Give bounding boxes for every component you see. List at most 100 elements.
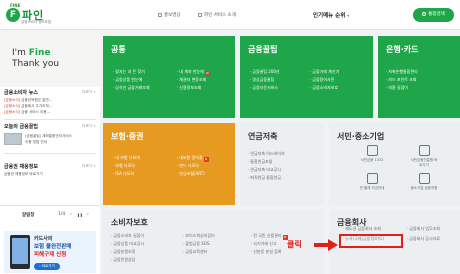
link-pension-advisor[interactable]: ·연금저축 어드바이저 <box>248 151 285 157</box>
popular-menu-dropdown[interactable]: 인기메뉴 순위 ▾ <box>313 11 349 19</box>
news-item[interactable]: [금융소식] 금융 서비스 이용... <box>4 110 50 115</box>
tips-section: 오늘의 금융꿀팁 더보기 + (금융꿀팁) 계좌통합관리서비스 이용 방법 안내 <box>4 123 96 159</box>
link-video-tips[interactable]: ·영상금융꿀팁 <box>250 77 274 83</box>
phone-icon <box>10 235 30 269</box>
divider <box>4 119 96 120</box>
link-credit-management[interactable]: ·전 국민 신용관리 N <box>251 233 288 240</box>
tile-sme: 서민·중소기업 서민금융 1332 서민금융진흥원 바로가기 전·월세 자금안내… <box>329 123 460 205</box>
left-column: I'm Fine Thank you 금융소비자 뉴스 더보기 + [금융소식] … <box>0 31 100 274</box>
search-button[interactable]: 통합검색 <box>413 8 454 22</box>
link-education-center[interactable]: ·금융교육센터 <box>183 249 207 255</box>
tips-text[interactable]: 이용 방법 안내 <box>25 140 47 145</box>
link-voice-phishing[interactable]: ·보이스피싱지킴이 <box>183 233 215 239</box>
link-products-glance[interactable]: ·금융상품 한눈에 <box>113 77 142 83</box>
recruit-section: 금융권 채용정보 더보기 + 금융권 채용정보 바로가기 <box>4 163 96 183</box>
link-find-insurance[interactable]: ·내보험 찾아줌 N <box>177 155 209 162</box>
link-insurance-damoa[interactable]: ·보험 다모아 <box>113 163 135 169</box>
link-glossary[interactable]: ·금융용어사전 <box>310 77 334 83</box>
link-integrated-pension[interactable]: ·통합연금포털 <box>248 159 272 165</box>
tips-text[interactable]: (금융꿀팁) 계좌통합관리서비스 <box>25 134 72 139</box>
pause-icon[interactable]: ❚❚ <box>77 213 83 217</box>
link-kinfa[interactable]: 서민금융진흥원 바로가기 <box>409 145 439 167</box>
link-consumer-guide[interactable]: ·금융소비자 길잡이 <box>111 233 144 239</box>
link-sme-support[interactable]: 중소기업 금융지원 <box>409 173 439 191</box>
tile-insurance-securities: 보험·증권 ·내 보험 다보여 ·보험 다모아 ·ISA 다모아 ·내보험 찾아… <box>103 123 235 205</box>
fine-logo[interactable]: FINE F 파인 금융소비자 정보포털 <box>6 3 56 27</box>
hero-line2: Thank you <box>12 59 60 69</box>
link-fraud-report[interactable]: ·사기거래 신고 <box>251 241 277 247</box>
tips-more-link[interactable]: 더보기 + <box>82 124 96 129</box>
link-1332[interactable]: 서민금융 1332 <box>357 145 387 163</box>
link-dormant-money[interactable]: ·잠자는 내 돈 찾기 <box>113 69 145 75</box>
prev-arrow-icon[interactable]: ‹ <box>70 212 72 217</box>
banner-shortcut-button[interactable]: › 바로가기 <box>34 263 60 270</box>
recruit-more-link[interactable]: 더보기 + <box>82 164 96 169</box>
notice-banner[interactable]: 카드사의 보험 불완전판매 피해구제 신청 › 바로가기 <box>4 231 96 273</box>
house-icon <box>366 173 378 184</box>
tile-consumer-title: 소비자보호 <box>111 218 148 227</box>
tile-bank-card: 은행·카드 ·저축은행통합관리 ·카드 포인트 조회 ·외환 길잡이 <box>378 36 460 118</box>
hero-banner: I'm Fine Thank you <box>0 31 100 87</box>
logo-subtitle: 금융소비자 정보포털 <box>21 20 52 24</box>
link-isa-damoa[interactable]: ·ISA 다모아 <box>113 171 134 177</box>
link-my-insurance[interactable]: ·내 보험 다보여 <box>113 155 140 161</box>
tile-finance-tips: 금융꿀팁 ·금융꿀팁 200선 ·영상금융꿀팁 ·금융자문서비스 ·금융거래 계… <box>240 36 373 118</box>
link-tips-200[interactable]: ·금융꿀팁 200선 <box>250 69 280 75</box>
building-icon <box>418 145 430 156</box>
news-title: 금융소비자 뉴스 <box>4 90 38 96</box>
link-company-disclosure[interactable]: ·금융회사 공시자료 <box>407 236 440 242</box>
notice-box: 알림창 1/4 ‹ ❚❚ › 카드사의 보험 불완전판매 피해구제 신청 › 바… <box>0 205 100 274</box>
news-section: 금융소비자 뉴스 더보기 + [금융소식] 금융감독원은 일반... [금융소식]… <box>4 89 96 121</box>
phone-icon <box>366 145 378 156</box>
link-my-accounts[interactable]: ·내 계좌 한눈에 N <box>177 69 210 76</box>
logo-mark-icon: F <box>6 8 20 22</box>
news-item[interactable]: [금융소식] 금융감독원은 일반... <box>4 98 52 103</box>
nav-promo-video[interactable]: 홍보영상 <box>158 12 181 18</box>
link-pension-portal[interactable]: ·연금포털(ART) <box>177 171 205 177</box>
link-rent-loan[interactable]: 전·월세 자금안내 <box>357 173 387 191</box>
nav-service-intro[interactable]: 파인 서비스 소개 <box>198 12 236 18</box>
link-id-loss[interactable]: ·신분증 분실 등록 <box>251 249 282 255</box>
tile-insurance-title: 보험·증권 <box>111 132 144 141</box>
hero-line1: I'm Fine <box>12 48 51 58</box>
link-product-disclosure[interactable]: ·금융상품 비교공시 <box>111 241 144 247</box>
recruit-title: 금융권 채용정보 <box>4 164 38 170</box>
link-credit-info[interactable]: ·신용정보조회 <box>177 85 201 91</box>
next-arrow-icon[interactable]: › <box>87 212 89 217</box>
link-illegal-sos[interactable]: ·불법금융 SOS <box>183 241 210 247</box>
news-item[interactable]: [금융소식] 금융회사 주가조작... <box>4 104 52 109</box>
link-company-lookup[interactable]: ·제도권 금융회사 조회 <box>343 226 381 232</box>
link-pension-disclosure[interactable]: ·연금저축 비교공시 <box>248 167 281 173</box>
link-advisory-service[interactable]: ·금융자문서비스 <box>250 85 278 91</box>
tile-sme-title: 서민·중소기업 <box>337 132 385 141</box>
tips-thumbnail[interactable] <box>4 133 22 145</box>
tile-pension-title: 연금저축 <box>248 132 278 141</box>
notice-title: 알림창 <box>22 213 35 218</box>
banner-line1: 카드사의 <box>34 236 53 242</box>
link-card-points[interactable]: ·카드 포인트 조회 <box>386 77 417 83</box>
link-fx-guide[interactable]: ·외환 길잡이 <box>386 85 408 91</box>
link-savings-bank[interactable]: ·저축은행통합관리 <box>386 69 418 75</box>
link-retirement-pension[interactable]: ·퇴직연금 통합연금 <box>248 175 281 181</box>
banner-line3: 피해구제 신청 <box>34 252 67 258</box>
tile-bank-title: 은행·카드 <box>386 45 419 54</box>
recruit-text[interactable]: 금융권 채용정보 바로가기 <box>4 172 43 177</box>
link-dispute[interactable]: ·금융분쟁조정 <box>111 249 135 255</box>
news-more-link[interactable]: 더보기 + <box>82 90 96 95</box>
link-inheritance-inquiry[interactable]: ·상속인 금융거래조회 <box>113 85 150 91</box>
factory-icon <box>418 173 430 184</box>
tips-title: 오늘의 금융꿀팁 <box>4 124 38 130</box>
link-calculator[interactable]: ·금융거래 계산기 <box>310 69 339 75</box>
search-icon <box>422 11 427 16</box>
link-complaint[interactable]: ·금융민원상담 <box>111 257 135 263</box>
link-consumer-protection[interactable]: ·금융소비자보호 <box>310 85 338 91</box>
checkbox-icon <box>158 12 162 17</box>
link-fund-damoa[interactable]: ·펀드 다모아 <box>177 163 199 169</box>
new-badge-icon: N <box>203 156 209 162</box>
header: FINE F 파인 금융소비자 정보포털 홍보영상 파인 서비스 소개 인기메뉴… <box>0 0 460 30</box>
tile-pension-savings: 연금저축 ·연금저축 어드바이저 ·통합연금포털 ·연금저축 비교공시 ·퇴직연… <box>240 123 324 205</box>
new-badge-icon: N <box>204 70 210 76</box>
link-company-business[interactable]: ·금융회사 업무조회 <box>407 226 440 232</box>
link-creditor-change[interactable]: ·채권자 변동조회 <box>177 77 206 83</box>
notice-page-indicator: 1/4 <box>58 212 66 217</box>
